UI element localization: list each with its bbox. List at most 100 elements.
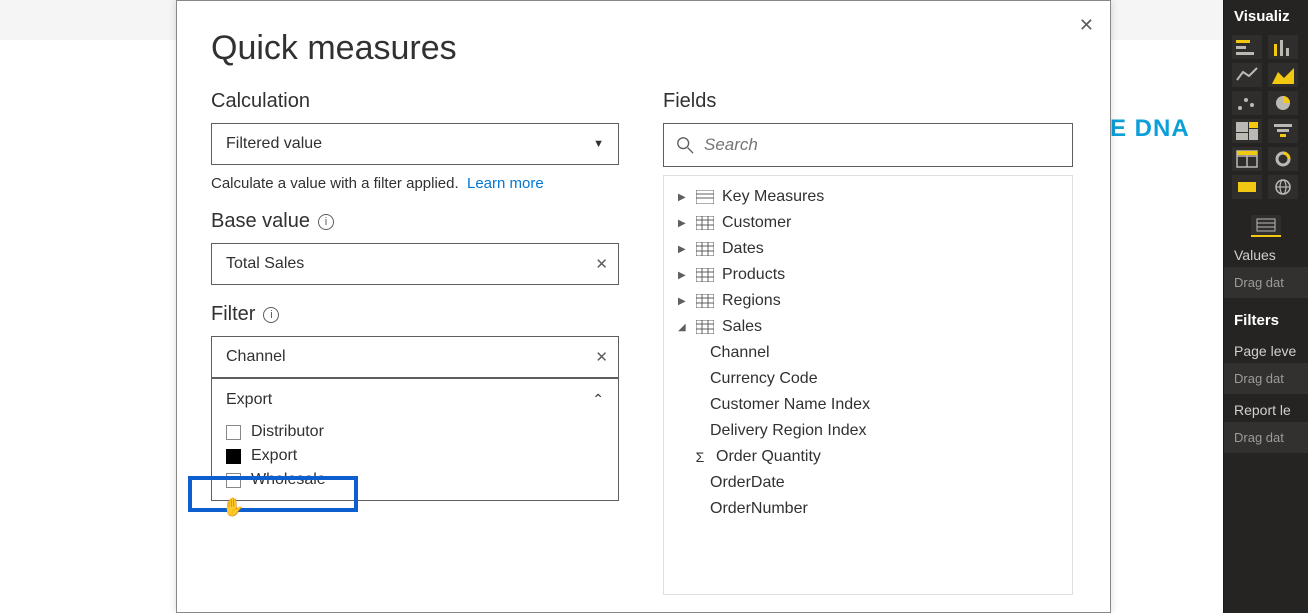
tree-item-currency-code[interactable]: Currency Code xyxy=(664,366,1072,392)
tree-label: Customer xyxy=(722,214,791,232)
tree-item-sales[interactable]: ◢ Sales xyxy=(664,314,1072,340)
search-input[interactable] xyxy=(704,135,1060,155)
calculation-hint: Calculate a value with a filter applied.… xyxy=(211,175,619,192)
brand-logo-fragment: E DNA xyxy=(1110,115,1190,143)
tree-label: Channel xyxy=(710,344,770,362)
viz-stacked-bar-icon[interactable] xyxy=(1232,35,1262,59)
viz-donut-icon[interactable] xyxy=(1268,147,1298,171)
measures-table-icon xyxy=(696,190,714,204)
expand-icon[interactable]: ▶ xyxy=(678,296,688,307)
expand-icon[interactable]: ▶ xyxy=(678,244,688,255)
tree-item-key-measures[interactable]: ▶ Key Measures xyxy=(664,184,1072,210)
viz-treemap-icon[interactable] xyxy=(1232,119,1262,143)
tree-label: Customer Name Index xyxy=(710,396,870,414)
selected-visual-indicator xyxy=(1224,209,1308,239)
expand-icon[interactable]: ▶ xyxy=(678,218,688,229)
visualization-gallery xyxy=(1224,29,1308,205)
search-icon xyxy=(676,136,694,154)
sigma-icon: Σ xyxy=(692,449,708,465)
tree-item-customer-name-index[interactable]: Customer Name Index xyxy=(664,392,1072,418)
table-icon xyxy=(696,294,714,308)
calculation-label: Calculation xyxy=(211,90,619,113)
filter-option-export[interactable]: Export xyxy=(226,444,604,468)
tree-label: Currency Code xyxy=(710,370,818,388)
clear-base-value-icon[interactable]: ✕ xyxy=(595,255,608,273)
tree-item-regions[interactable]: ▶ Regions xyxy=(664,288,1072,314)
tree-item-channel[interactable]: Channel xyxy=(664,340,1072,366)
tree-label: Delivery Region Index xyxy=(710,422,867,440)
viz-column-icon[interactable] xyxy=(1268,35,1298,59)
filter-values-list: Export ⌃ Distributor Export xyxy=(211,378,619,501)
tree-item-order-number[interactable]: OrderNumber xyxy=(664,496,1072,522)
values-well-placeholder[interactable]: Drag dat xyxy=(1224,267,1308,298)
filter-values-selected: Export xyxy=(226,391,272,409)
filter-field[interactable]: Channel ✕ xyxy=(211,336,619,378)
tree-label: Regions xyxy=(722,292,781,310)
filter-field-text: Channel xyxy=(226,348,286,366)
tree-item-delivery-region-index[interactable]: Delivery Region Index xyxy=(664,418,1072,444)
viz-globe-icon[interactable] xyxy=(1268,175,1298,199)
values-well-label: Values xyxy=(1224,239,1308,267)
learn-more-link[interactable]: Learn more xyxy=(467,175,544,192)
calculation-selected: Filtered value xyxy=(226,135,322,153)
viz-pie-icon[interactable] xyxy=(1268,91,1298,115)
visualizations-panel: Visualiz xyxy=(1223,0,1308,613)
viz-area-icon[interactable] xyxy=(1268,63,1298,87)
tree-item-dates[interactable]: ▶ Dates xyxy=(664,236,1072,262)
checkbox-icon[interactable] xyxy=(226,425,241,440)
base-value-field[interactable]: Total Sales ✕ xyxy=(211,243,619,285)
info-icon[interactable]: i xyxy=(263,307,279,323)
fields-label: Fields xyxy=(663,90,1073,113)
viz-line-icon[interactable] xyxy=(1232,63,1262,87)
report-level-filters-well[interactable]: Drag dat xyxy=(1224,422,1308,453)
info-icon[interactable]: i xyxy=(318,214,334,230)
report-level-filters-label: Report le xyxy=(1224,394,1308,422)
filter-option-label: Distributor xyxy=(251,423,324,441)
calculation-hint-text: Calculate a value with a filter applied. xyxy=(211,175,459,192)
tree-label: OrderNumber xyxy=(710,500,808,518)
expand-icon[interactable]: ▶ xyxy=(678,270,688,281)
fields-tree: ▶ Key Measures ▶ Customer ▶ Dates xyxy=(663,175,1073,595)
filter-label-text: Filter xyxy=(211,303,255,326)
filter-option-label: Export xyxy=(251,447,297,465)
tree-item-products[interactable]: ▶ Products xyxy=(664,262,1072,288)
page-level-filters-well[interactable]: Drag dat xyxy=(1224,363,1308,394)
tree-item-order-date[interactable]: OrderDate xyxy=(664,470,1072,496)
tree-item-customer[interactable]: ▶ Customer xyxy=(664,210,1072,236)
page-level-filters-label: Page leve xyxy=(1224,335,1308,363)
calculation-dropdown[interactable]: Filtered value ▼ xyxy=(211,123,619,165)
filter-option-distributor[interactable]: Distributor xyxy=(226,420,604,444)
tree-label: Dates xyxy=(722,240,764,258)
checkbox-icon[interactable] xyxy=(226,473,241,488)
tree-label: Key Measures xyxy=(722,188,824,206)
clear-filter-icon[interactable]: ✕ xyxy=(595,348,608,366)
fields-column: Fields ▶ Key Measures ▶ Customer xyxy=(663,90,1073,595)
viz-table-icon[interactable] xyxy=(1232,147,1262,171)
filter-values-header[interactable]: Export ⌃ xyxy=(212,378,618,420)
checkbox-checked-icon[interactable] xyxy=(226,449,241,464)
visualizations-title: Visualiz xyxy=(1224,0,1308,29)
filters-title: Filters xyxy=(1224,298,1308,335)
base-value-label-text: Base value xyxy=(211,210,310,233)
viz-scatter-icon[interactable] xyxy=(1232,91,1262,115)
base-value-label: Base value i xyxy=(211,210,619,233)
tree-label: Order Quantity xyxy=(716,448,821,466)
tree-label: Sales xyxy=(722,318,762,336)
table-icon xyxy=(696,268,714,282)
table-icon xyxy=(696,242,714,256)
chevron-down-icon: ▼ xyxy=(593,138,604,150)
viz-card-icon[interactable] xyxy=(1232,175,1262,199)
dialog-title: Quick measures xyxy=(211,29,1076,68)
quick-measures-dialog: ✕ Quick measures Calculation Filtered va… xyxy=(176,0,1111,613)
expand-icon[interactable]: ▶ xyxy=(678,192,688,203)
base-value-text: Total Sales xyxy=(226,255,304,273)
filter-option-label: Wholesale xyxy=(251,471,326,489)
collapse-icon[interactable]: ◢ xyxy=(678,322,688,333)
fields-search[interactable] xyxy=(663,123,1073,167)
filter-option-wholesale[interactable]: Wholesale xyxy=(226,468,604,492)
viz-funnel-icon[interactable] xyxy=(1268,119,1298,143)
close-icon[interactable]: ✕ xyxy=(1073,9,1100,42)
tree-label: Products xyxy=(722,266,785,284)
tree-item-order-quantity[interactable]: Σ Order Quantity xyxy=(664,444,1072,470)
filter-label: Filter i xyxy=(211,303,619,326)
